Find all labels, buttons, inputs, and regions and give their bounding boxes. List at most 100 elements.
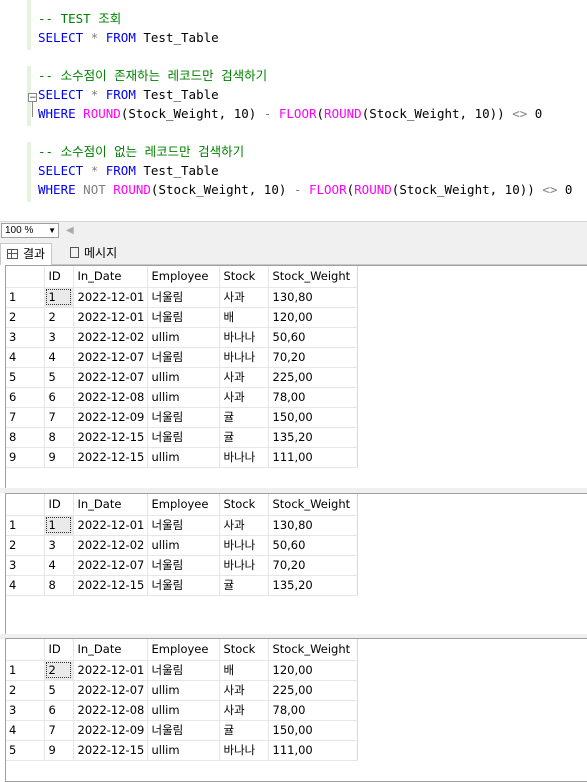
table-row[interactable]: 8 8 2022-12-15 너울림 귤 135,20	[6, 427, 358, 448]
result-grid-1[interactable]: ID In_Date Employee Stock Stock_Weight 1 1 2022…	[5, 265, 587, 490]
code-line[interactable]: -- 소수점이 존재하는 레코드만 검색하기	[38, 66, 572, 85]
cell-id[interactable]: 3	[44, 327, 74, 348]
cell-stock_weight[interactable]: 78,00	[268, 700, 358, 721]
code-line[interactable]: SELECT * FROM Test_Table	[38, 161, 572, 180]
table-row[interactable]: 2 2 2022-12-01 너울림 배 120,00	[6, 307, 358, 328]
cell-stock_weight[interactable]: 78,00	[268, 387, 358, 408]
column-header[interactable]: ID	[44, 494, 74, 516]
table-row[interactable]: 3 4 2022-12-07 너울림 바나나 70,20	[6, 555, 358, 576]
cell-id[interactable]: 2	[44, 307, 74, 328]
table-row[interactable]: 5 5 2022-12-07 ullim 사과 225,00	[6, 367, 358, 388]
cell-stock_weight[interactable]: 111,00	[268, 447, 358, 468]
cell-stock[interactable]: 귤	[219, 427, 269, 448]
cell-stock[interactable]: 바나나	[219, 347, 269, 368]
cell-employee[interactable]: ullim	[147, 700, 220, 721]
corner-cell[interactable]	[6, 266, 45, 288]
table-row[interactable]: 3 6 2022-12-08 ullim 사과 78,00	[6, 700, 358, 721]
table-row[interactable]: 2 3 2022-12-02 ullim 바나나 50,60	[6, 535, 358, 556]
sql-code[interactable]: -- TEST 조회 SELECT * FROM Test_Table -- 소수…	[38, 9, 572, 199]
cell-stock_weight[interactable]: 150,00	[268, 407, 358, 428]
column-header[interactable]: Stock	[219, 494, 269, 516]
column-header[interactable]: ID	[44, 639, 74, 661]
cell-in_date[interactable]: 2022-12-08	[73, 387, 148, 408]
table-row[interactable]: 7 7 2022-12-09 너울림 귤 150,00	[6, 407, 358, 428]
cell-stock[interactable]: 사과	[219, 680, 269, 701]
cell-stock[interactable]: 바나나	[219, 740, 269, 761]
code-line[interactable]: WHERE NOT ROUND(Stock_Weight, 10) - FLOO…	[38, 180, 572, 199]
column-header[interactable]: Stock_Weight	[268, 266, 358, 288]
cell-id[interactable]: 6	[44, 700, 74, 721]
corner-cell[interactable]	[6, 494, 45, 516]
table-row[interactable]: 4 4 2022-12-07 너울림 바나나 70,20	[6, 347, 358, 368]
cell-id[interactable]: 5	[44, 367, 74, 388]
cell-stock[interactable]: 배	[219, 307, 269, 328]
cell-employee[interactable]: 너울림	[147, 575, 220, 596]
cell-id[interactable]: 6	[44, 387, 74, 408]
row-number[interactable]: 5	[6, 740, 45, 761]
row-number[interactable]: 2	[6, 307, 45, 328]
corner-cell[interactable]	[6, 639, 45, 661]
cell-in_date[interactable]: 2022-12-09	[73, 407, 148, 428]
table-row[interactable]: 4 8 2022-12-15 너울림 귤 135,20	[6, 575, 358, 596]
code-line[interactable]: WHERE ROUND(Stock_Weight, 10) - FLOOR(RO…	[38, 104, 572, 123]
table-row[interactable]: 2 5 2022-12-07 ullim 사과 225,00	[6, 680, 358, 701]
cell-id[interactable]: 1	[44, 287, 74, 308]
column-header[interactable]: Stock	[219, 266, 269, 288]
cell-stock_weight[interactable]: 225,00	[268, 367, 358, 388]
cell-in_date[interactable]: 2022-12-02	[73, 327, 148, 348]
cell-in_date[interactable]: 2022-12-02	[73, 535, 148, 556]
scroll-left-icon[interactable]: ◀	[66, 225, 74, 236]
row-number[interactable]: 1	[6, 660, 45, 681]
table-row[interactable]: 1 2 2022-12-01 너울림 배 120,00	[6, 660, 358, 681]
cell-employee[interactable]: 너울림	[147, 660, 220, 681]
cell-id[interactable]: 8	[44, 575, 74, 596]
column-header[interactable]: In_Date	[73, 494, 148, 516]
cell-stock[interactable]: 바나나	[219, 555, 269, 576]
cell-stock_weight[interactable]: 120,00	[268, 307, 358, 328]
cell-stock_weight[interactable]: 111,00	[268, 740, 358, 761]
column-header[interactable]: ID	[44, 266, 74, 288]
row-number[interactable]: 6	[6, 387, 45, 408]
cell-in_date[interactable]: 2022-12-09	[73, 720, 148, 741]
row-number[interactable]: 4	[6, 347, 45, 368]
row-number[interactable]: 3	[6, 555, 45, 576]
cell-employee[interactable]: ullim	[147, 535, 220, 556]
cell-stock_weight[interactable]: 150,00	[268, 720, 358, 741]
column-header[interactable]: Stock_Weight	[268, 639, 358, 661]
cell-in_date[interactable]: 2022-12-01	[73, 307, 148, 328]
column-header[interactable]: Employee	[147, 494, 220, 516]
cell-employee[interactable]: 너울림	[147, 307, 220, 328]
cell-id[interactable]: 9	[44, 447, 74, 468]
cell-in_date[interactable]: 2022-12-07	[73, 367, 148, 388]
cell-employee[interactable]: ullim	[147, 447, 220, 468]
cell-stock[interactable]: 바나나	[219, 327, 269, 348]
cell-employee[interactable]: ullim	[147, 740, 220, 761]
cell-id[interactable]: 5	[44, 680, 74, 701]
tab-messages[interactable]: 메시지	[64, 243, 123, 264]
cell-employee[interactable]: 너울림	[147, 720, 220, 741]
cell-in_date[interactable]: 2022-12-07	[73, 347, 148, 368]
cell-employee[interactable]: 너울림	[147, 407, 220, 428]
row-number[interactable]: 2	[6, 680, 45, 701]
result-grid-3[interactable]: ID In_Date Employee Stock Stock_Weight 1 2 2022…	[5, 638, 587, 782]
cell-in_date[interactable]: 2022-12-07	[73, 680, 148, 701]
column-header[interactable]: In_Date	[73, 639, 148, 661]
cell-stock[interactable]: 귤	[219, 575, 269, 596]
cell-in_date[interactable]: 2022-12-15	[73, 740, 148, 761]
row-number[interactable]: 1	[6, 515, 45, 536]
cell-stock_weight[interactable]: 70,20	[268, 555, 358, 576]
cell-stock[interactable]: 사과	[219, 700, 269, 721]
row-number[interactable]: 3	[6, 700, 45, 721]
code-line[interactable]	[38, 123, 572, 142]
row-number[interactable]: 2	[6, 535, 45, 556]
row-number[interactable]: 1	[6, 287, 45, 308]
row-number[interactable]: 8	[6, 427, 45, 448]
cell-id[interactable]: 2	[44, 660, 74, 681]
row-number[interactable]: 4	[6, 575, 45, 596]
table-row[interactable]: 1 1 2022-12-01 너울림 사과 130,80	[6, 287, 358, 308]
cell-in_date[interactable]: 2022-12-07	[73, 555, 148, 576]
cell-stock_weight[interactable]: 135,20	[268, 427, 358, 448]
cell-employee[interactable]: 너울림	[147, 515, 220, 536]
cell-employee[interactable]: ullim	[147, 327, 220, 348]
result-grid-2[interactable]: ID In_Date Employee Stock Stock_Weight 1 1 2022…	[5, 493, 587, 638]
